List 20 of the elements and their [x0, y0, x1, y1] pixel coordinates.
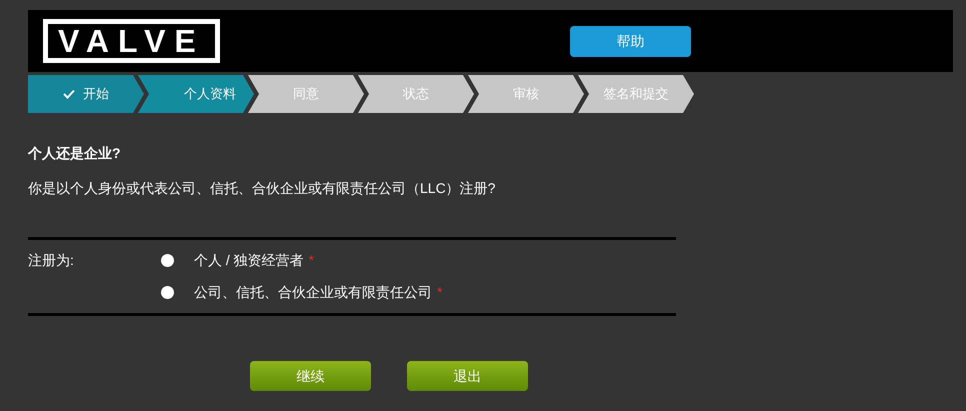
- option-label: 公司、信托、合伙企业或有限责任公司: [194, 283, 432, 302]
- progress-step: 开始: [28, 75, 144, 113]
- progress-step: 审核: [468, 75, 584, 113]
- valve-logo: VALVE: [43, 19, 220, 63]
- check-icon: [63, 89, 75, 99]
- progress-step: 状态: [358, 75, 474, 113]
- required-mark: *: [308, 251, 314, 270]
- radio-button[interactable]: [161, 254, 174, 267]
- required-mark: *: [437, 283, 442, 302]
- option-label: 个人 / 独资经营者: [194, 251, 304, 270]
- field-label: 注册为:: [28, 251, 75, 270]
- action-button[interactable]: 继续: [250, 361, 371, 391]
- action-button[interactable]: 退出: [407, 361, 528, 391]
- progress-step: 个人资料: [138, 75, 254, 113]
- question-text: 你是以个人身份或代表公司、信托、合伙企业或有限责任公司（LLC）注册?: [28, 179, 496, 198]
- help-button[interactable]: 帮助: [570, 26, 691, 56]
- progress-step: 同意: [248, 75, 364, 113]
- progress-step: 签名和提交: [578, 75, 694, 113]
- radio-button[interactable]: [161, 286, 174, 299]
- section-heading: 个人还是企业?: [28, 144, 122, 163]
